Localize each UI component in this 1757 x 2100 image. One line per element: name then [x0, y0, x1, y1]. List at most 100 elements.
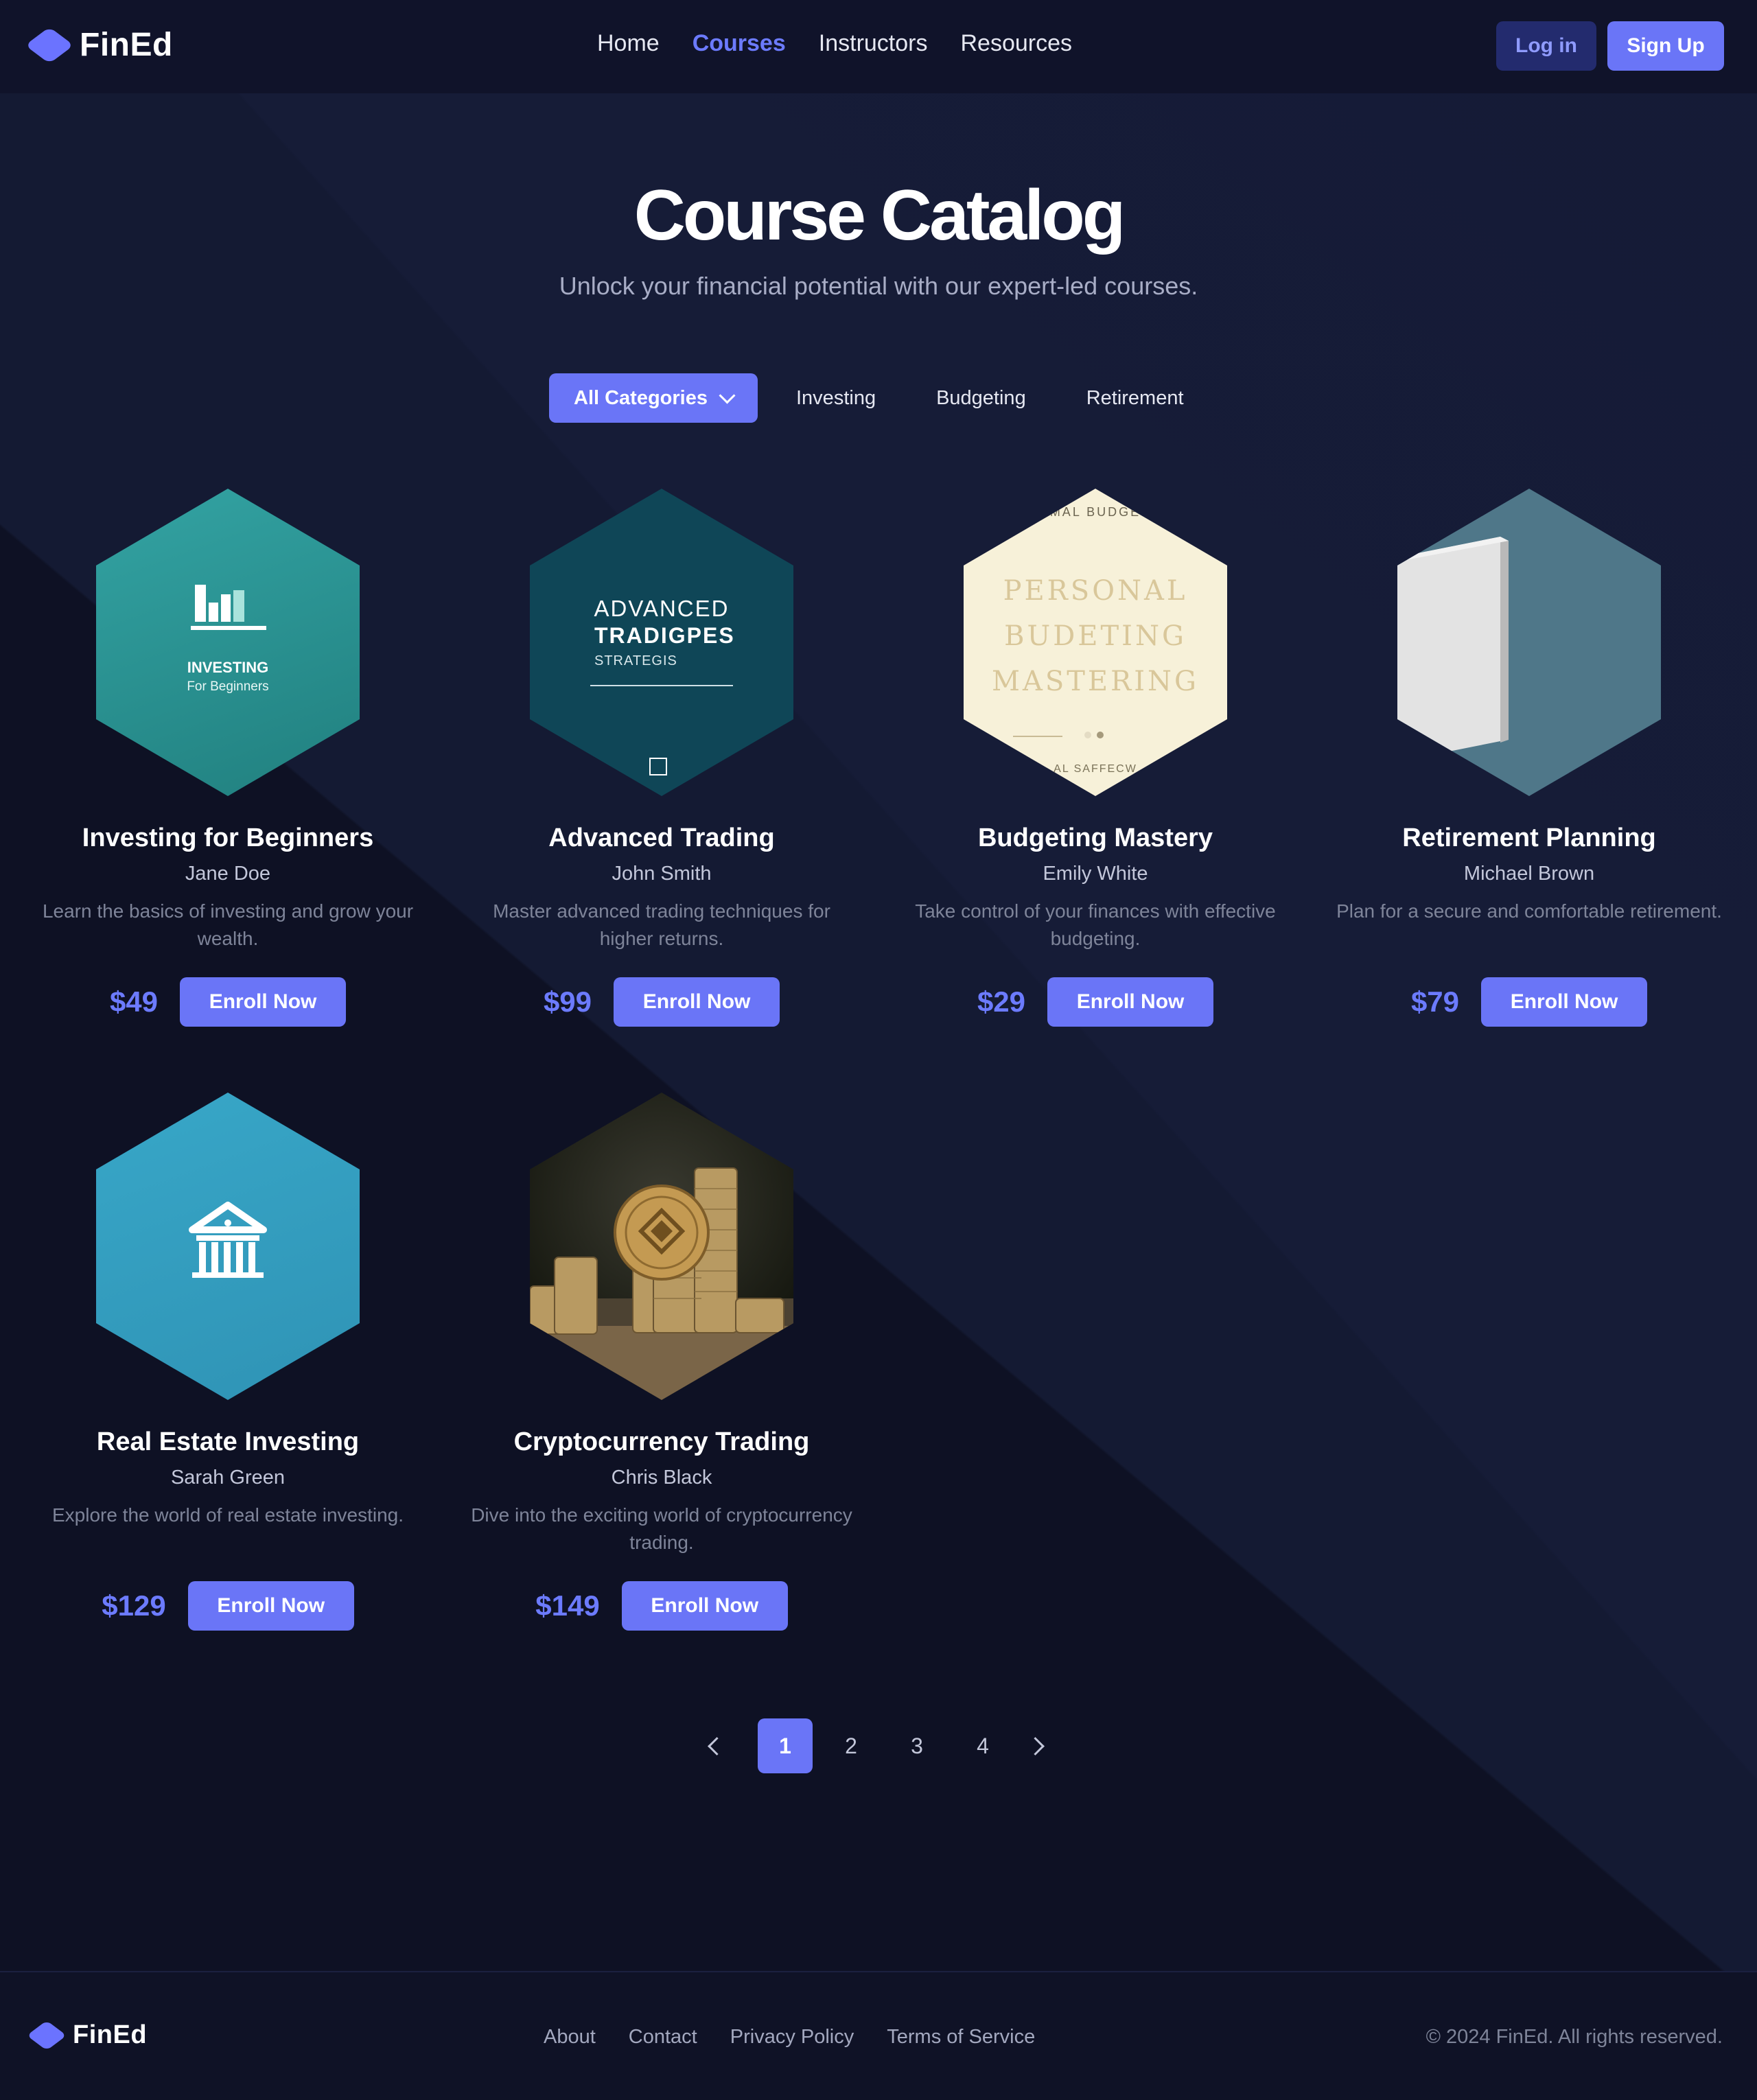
- course-card: INVESTING For Beginners Investing for Be…: [11, 489, 445, 1027]
- login-button[interactable]: Log in: [1496, 21, 1596, 71]
- cover-bottom-text: AL SAFFECW: [1054, 763, 1137, 775]
- prev-page-button[interactable]: [697, 1718, 730, 1773]
- bar-chart-icon: [191, 585, 266, 630]
- course-instructor: John Smith: [612, 863, 712, 885]
- cover-subtitle: STRATEGIS: [594, 653, 677, 668]
- course-title: Real Estate Investing: [96, 1427, 360, 1456]
- course-price: $99: [543, 985, 592, 1018]
- cover-title: INVESTING: [187, 659, 269, 676]
- course-footer: $29 Enroll Now: [878, 977, 1312, 1027]
- course-cover-image[interactable]: [530, 1093, 793, 1400]
- course-title: Advanced Trading: [548, 824, 775, 852]
- course-instructor: Michael Brown: [1463, 863, 1595, 885]
- course-description: Master advanced trading techniques for h…: [493, 900, 830, 949]
- course-footer: $49 Enroll Now: [11, 977, 445, 1027]
- course-card: Retirement Planning Michael Brown Plan f…: [1312, 489, 1746, 1027]
- cover-title: PERSONAL: [1003, 575, 1188, 607]
- course-cover-image[interactable]: INVESTING For Beginners: [96, 489, 360, 796]
- course-cover-image[interactable]: ADVANCED TRADIGPES STRATEGIS: [530, 489, 793, 796]
- coin-stack-icon: [530, 1167, 793, 1400]
- course-instructor: Emily White: [1043, 863, 1148, 885]
- course-footer: $129 Enroll Now: [11, 1581, 445, 1631]
- course-price: $149: [535, 1589, 600, 1622]
- signup-button[interactable]: Sign Up: [1607, 21, 1724, 71]
- enroll-button[interactable]: Enroll Now: [621, 1581, 788, 1631]
- course-description: Dive into the exciting world of cryptocu…: [471, 1504, 852, 1553]
- page-title: Course Catalog: [633, 176, 1126, 255]
- blank-book-icon: [1397, 537, 1509, 762]
- nav-resources[interactable]: Resources: [960, 30, 1072, 57]
- building-icon: [189, 1202, 267, 1278]
- course-description: Explore the world of real estate investi…: [51, 1504, 404, 1526]
- course-instructor: Jane Doe: [185, 863, 271, 885]
- footer-link-terms[interactable]: Terms of Service: [887, 2026, 1035, 2049]
- course-title: Cryptocurrency Trading: [513, 1427, 810, 1456]
- enroll-button[interactable]: Enroll Now: [1047, 977, 1214, 1027]
- copyright-text: © 2024 FinEd. All rights reserved.: [1426, 2026, 1723, 2048]
- filter-all-categories-dropdown[interactable]: All Categories: [549, 373, 758, 423]
- course-title: Retirement Planning: [1402, 824, 1656, 852]
- footer-link-contact[interactable]: Contact: [629, 2026, 697, 2049]
- logo-mark-icon: [26, 2020, 67, 2051]
- enroll-button[interactable]: Enroll Now: [1481, 977, 1648, 1027]
- square-icon: [649, 758, 667, 775]
- chevron-left-icon: [707, 1736, 726, 1755]
- cover-divider: [590, 685, 733, 686]
- dot-icon: [1084, 732, 1091, 738]
- course-footer: $99 Enroll Now: [445, 977, 878, 1027]
- course-footer: $149 Enroll Now: [445, 1581, 878, 1631]
- brand-name: FinEd: [80, 27, 173, 63]
- footer-brand-name: FinEd: [73, 2020, 148, 2049]
- main-nav: Home Courses Instructors Resources: [597, 30, 1072, 57]
- filter-investing[interactable]: Investing: [796, 387, 876, 410]
- page-subtitle: Unlock your financial potential with our…: [559, 272, 1198, 300]
- footer-logo[interactable]: FinEd: [26, 2020, 148, 2051]
- course-card: Real Estate Investing Sarah Green Explor…: [11, 1093, 445, 1631]
- cover-title: ADVANCED: [594, 596, 730, 621]
- footer-link-privacy[interactable]: Privacy Policy: [730, 2026, 854, 2049]
- course-title: Investing for Beginners: [82, 824, 374, 852]
- cover-top-text: MAL BUDGE: [1049, 505, 1141, 519]
- filter-budgeting[interactable]: Budgeting: [936, 387, 1026, 410]
- page-button-2[interactable]: 2: [824, 1718, 878, 1773]
- page-button-4[interactable]: 4: [955, 1718, 1010, 1773]
- pagination: 1 2 3 4: [697, 1718, 1065, 1773]
- course-price: $29: [977, 985, 1026, 1018]
- nav-instructors[interactable]: Instructors: [819, 30, 928, 57]
- course-price: $49: [109, 985, 159, 1018]
- category-filters: All Categories Investing Budgeting Retir…: [549, 373, 1184, 423]
- course-cover-image[interactable]: [96, 1093, 360, 1400]
- chevron-right-icon: [1025, 1736, 1045, 1755]
- cover-title-2: BUDETING: [1004, 620, 1187, 652]
- filter-retirement[interactable]: Retirement: [1086, 387, 1184, 410]
- course-description: Plan for a secure and comfortable retire…: [1336, 900, 1722, 922]
- course-description: Learn the basics of investing and grow y…: [42, 900, 414, 949]
- enroll-button[interactable]: Enroll Now: [180, 977, 347, 1027]
- page-button-1[interactable]: 1: [758, 1718, 813, 1773]
- logo-mark-icon: [25, 26, 74, 64]
- footer-links: About Contact Privacy Policy Terms of Se…: [544, 2026, 1035, 2049]
- filter-all-categories-label: All Categories: [574, 386, 708, 409]
- dot-icon: [1097, 732, 1104, 738]
- top-nav-bar: FinEd Home Courses Instructors Resources…: [0, 0, 1757, 93]
- course-footer: $79 Enroll Now: [1312, 977, 1746, 1027]
- nav-home[interactable]: Home: [597, 30, 660, 57]
- cover-divider: [1013, 736, 1062, 737]
- course-card: MAL BUDGE PERSONAL BUDETING MASTERING AL…: [878, 489, 1312, 1027]
- footer-link-about[interactable]: About: [544, 2026, 596, 2049]
- course-cover-image[interactable]: MAL BUDGE PERSONAL BUDETING MASTERING AL…: [964, 489, 1227, 796]
- course-instructor: Chris Black: [611, 1467, 712, 1489]
- course-instructor: Sarah Green: [170, 1467, 286, 1489]
- nav-courses[interactable]: Courses: [693, 30, 786, 57]
- course-cover-image[interactable]: [1397, 489, 1661, 796]
- course-card: Cryptocurrency Trading Chris Black Dive …: [445, 1093, 878, 1631]
- page-button-3[interactable]: 3: [889, 1718, 944, 1773]
- chevron-down-icon: [719, 386, 736, 404]
- enroll-button[interactable]: Enroll Now: [614, 977, 780, 1027]
- course-price: $79: [1410, 985, 1460, 1018]
- enroll-button[interactable]: Enroll Now: [187, 1581, 354, 1631]
- next-page-button[interactable]: [1021, 1718, 1054, 1773]
- cover-title-3: MASTERING: [992, 666, 1199, 697]
- course-description: Take control of your finances with effec…: [915, 900, 1276, 949]
- brand-logo[interactable]: FinEd: [25, 26, 173, 64]
